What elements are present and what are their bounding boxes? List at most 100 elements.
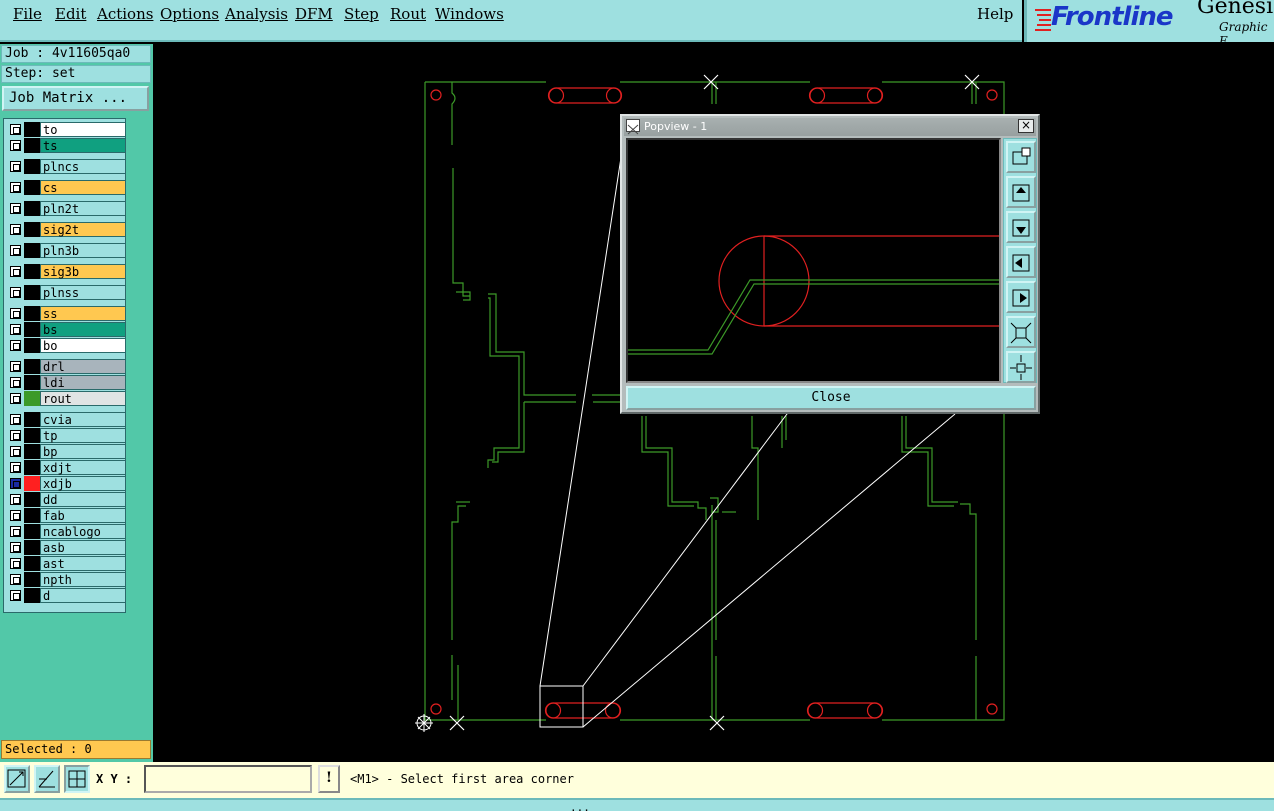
layer-name[interactable]: pln2t xyxy=(40,201,126,216)
layer-name[interactable]: sig2t xyxy=(40,222,126,237)
menu-options[interactable]: Options xyxy=(160,5,219,23)
layer-row-d[interactable]: d xyxy=(6,588,126,603)
layer-name[interactable]: cvia xyxy=(40,412,126,427)
measure-tool-icon[interactable] xyxy=(34,765,60,793)
zoom-in-icon[interactable] xyxy=(1006,316,1036,348)
pan-right-icon[interactable] xyxy=(1006,281,1036,313)
layer-color-swatch[interactable] xyxy=(24,556,40,571)
layer-row-sig3b[interactable]: sig3b xyxy=(6,264,126,279)
layer-color-swatch[interactable] xyxy=(24,359,40,374)
layer-name[interactable]: dd xyxy=(40,492,126,507)
layer-row-rout[interactable]: rout xyxy=(6,391,126,406)
layer-name[interactable]: to xyxy=(40,122,126,137)
layer-checkbox[interactable] xyxy=(10,140,21,151)
layer-row-ts[interactable]: ts xyxy=(6,138,126,153)
layer-name[interactable]: bo xyxy=(40,338,126,353)
layer-color-swatch[interactable] xyxy=(24,476,40,491)
layer-name[interactable]: asb xyxy=(40,540,126,555)
layer-row-xdjb[interactable]: xdjb xyxy=(6,476,126,491)
layer-row-dd[interactable]: dd xyxy=(6,492,126,507)
layer-checkbox[interactable] xyxy=(10,462,21,473)
layer-row-tp[interactable]: tp xyxy=(6,428,126,443)
layer-color-swatch[interactable] xyxy=(24,285,40,300)
layer-row-ldi[interactable]: ldi xyxy=(6,375,126,390)
menu-file[interactable]: File xyxy=(13,5,42,23)
layer-checkbox[interactable] xyxy=(10,182,21,193)
layer-color-swatch[interactable] xyxy=(24,159,40,174)
layer-name[interactable]: npth xyxy=(40,572,126,587)
popview-close-button[interactable]: Close xyxy=(626,386,1036,410)
menu-help[interactable]: Help xyxy=(977,5,1013,23)
layer-checkbox[interactable] xyxy=(10,526,21,537)
layer-name[interactable]: drl xyxy=(40,359,126,374)
layer-color-swatch[interactable] xyxy=(24,540,40,555)
menu-edit[interactable]: Edit xyxy=(55,5,86,23)
zoom-fit-icon[interactable] xyxy=(1006,141,1036,173)
layer-checkbox[interactable] xyxy=(10,590,21,601)
layer-color-swatch[interactable] xyxy=(24,460,40,475)
layer-checkbox[interactable] xyxy=(10,124,21,135)
layer-checkbox[interactable] xyxy=(10,287,21,298)
layer-checkbox[interactable] xyxy=(10,446,21,457)
layer-row-asb[interactable]: asb xyxy=(6,540,126,555)
layer-checkbox[interactable] xyxy=(10,377,21,388)
layer-checkbox[interactable] xyxy=(10,224,21,235)
layer-color-swatch[interactable] xyxy=(24,122,40,137)
layer-color-swatch[interactable] xyxy=(24,322,40,337)
layer-row-fab[interactable]: fab xyxy=(6,508,126,523)
pan-left-icon[interactable] xyxy=(1006,246,1036,278)
layer-checkbox[interactable] xyxy=(10,558,21,569)
layer-color-swatch[interactable] xyxy=(24,375,40,390)
layer-row-ast[interactable]: ast xyxy=(6,556,126,571)
layer-checkbox[interactable] xyxy=(10,266,21,277)
xy-input[interactable] xyxy=(144,765,312,793)
layer-name[interactable]: xdjt xyxy=(40,460,126,475)
layer-color-swatch[interactable] xyxy=(24,180,40,195)
layer-name[interactable]: ncablogo xyxy=(40,524,126,539)
layer-color-swatch[interactable] xyxy=(24,428,40,443)
layer-color-swatch[interactable] xyxy=(24,243,40,258)
layer-checkbox[interactable] xyxy=(10,494,21,505)
layer-color-swatch[interactable] xyxy=(24,412,40,427)
layer-name[interactable]: cs xyxy=(40,180,126,195)
layer-row-bp[interactable]: bp xyxy=(6,444,126,459)
menu-dfm[interactable]: DFM xyxy=(295,5,333,23)
grid-tool-icon[interactable] xyxy=(64,765,90,793)
layer-color-swatch[interactable] xyxy=(24,492,40,507)
layer-color-swatch[interactable] xyxy=(24,222,40,237)
alert-button[interactable]: ! xyxy=(318,765,340,793)
menu-rout[interactable]: Rout xyxy=(390,5,426,23)
layer-row-bs[interactable]: bs xyxy=(6,322,126,337)
layer-color-swatch[interactable] xyxy=(24,138,40,153)
layer-row-to[interactable]: to xyxy=(6,122,126,137)
layer-checkbox[interactable] xyxy=(10,324,21,335)
zoom-out-icon[interactable] xyxy=(1006,351,1036,383)
layer-color-swatch[interactable] xyxy=(24,338,40,353)
layer-row-sig2t[interactable]: sig2t xyxy=(6,222,126,237)
pan-up-icon[interactable] xyxy=(1006,176,1036,208)
layer-checkbox[interactable] xyxy=(10,361,21,372)
layer-row-npth[interactable]: npth xyxy=(6,572,126,587)
layer-color-swatch[interactable] xyxy=(24,508,40,523)
layer-name[interactable]: bs xyxy=(40,322,126,337)
layer-name[interactable]: ldi xyxy=(40,375,126,390)
layer-checkbox[interactable] xyxy=(10,542,21,553)
layer-row-bo[interactable]: bo xyxy=(6,338,126,353)
layer-row-cvia[interactable]: cvia xyxy=(6,412,126,427)
layer-row-xdjt[interactable]: xdjt xyxy=(6,460,126,475)
layer-name[interactable]: plnss xyxy=(40,285,126,300)
layer-checkbox[interactable] xyxy=(10,340,21,351)
layer-checkbox[interactable] xyxy=(10,574,21,585)
layer-checkbox[interactable] xyxy=(10,393,21,404)
layer-color-swatch[interactable] xyxy=(24,201,40,216)
layer-checkbox[interactable] xyxy=(10,245,21,256)
menu-step[interactable]: Step xyxy=(344,5,379,23)
layer-row-pln2t[interactable]: pln2t xyxy=(6,201,126,216)
layer-color-swatch[interactable] xyxy=(24,391,40,406)
layer-name[interactable]: rout xyxy=(40,391,126,406)
layer-color-swatch[interactable] xyxy=(24,264,40,279)
layer-color-swatch[interactable] xyxy=(24,444,40,459)
layer-checkbox[interactable] xyxy=(10,430,21,441)
layer-color-swatch[interactable] xyxy=(24,572,40,587)
layer-name[interactable]: fab xyxy=(40,508,126,523)
